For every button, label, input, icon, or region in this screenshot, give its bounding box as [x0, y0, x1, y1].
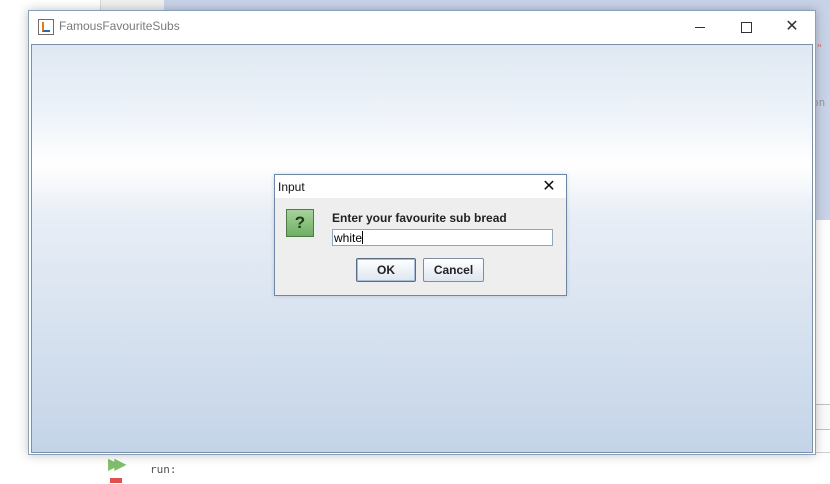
maximize-button[interactable] — [723, 11, 769, 43]
dialog-prompt: Enter your favourite sub bread — [332, 211, 507, 225]
question-mark-glyph: ? — [294, 213, 306, 232]
input-value: white — [334, 231, 363, 245]
maximize-icon — [740, 21, 752, 33]
ide-code-fragment: " — [816, 42, 823, 55]
ide-output-panel — [100, 452, 830, 484]
dialog-titlebar[interactable]: Input ✕ — [275, 175, 566, 198]
close-button[interactable]: ✕ — [769, 11, 815, 43]
text-caret — [362, 231, 364, 244]
output-run-text: run: — [150, 463, 177, 476]
java-app-icon — [38, 19, 54, 35]
sub-bread-input[interactable]: white — [332, 229, 553, 246]
close-icon: ✕ — [785, 18, 799, 35]
window-title: FamousFavouriteSubs — [59, 19, 180, 33]
dialog-close-button[interactable]: ✕ — [537, 177, 561, 197]
question-icon: ? — [286, 209, 314, 237]
stop-icon[interactable] — [110, 478, 122, 483]
ok-button[interactable]: OK — [356, 258, 416, 282]
input-dialog: Input ✕ ? Enter your favourite sub bread… — [274, 174, 567, 296]
run-icon[interactable]: ▶▶ — [108, 454, 126, 474]
dialog-title: Input — [278, 180, 305, 194]
minimize-icon — [695, 26, 705, 28]
window-titlebar[interactable]: FamousFavouriteSubs ✕ — [29, 11, 815, 43]
cancel-button[interactable]: Cancel — [423, 258, 484, 282]
minimize-button[interactable] — [677, 11, 723, 43]
